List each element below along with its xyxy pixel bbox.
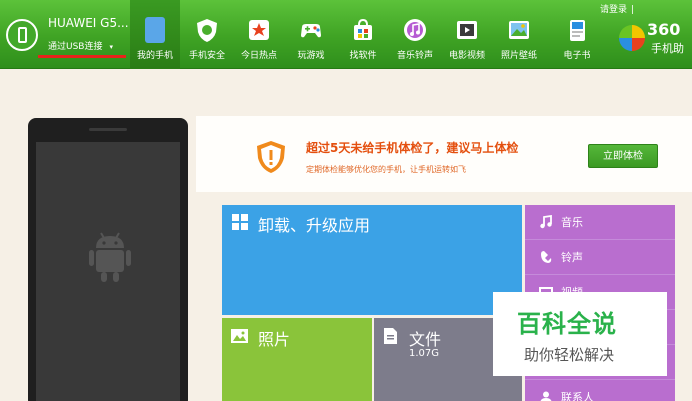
file-icon bbox=[384, 328, 397, 344]
nav-music[interactable]: 音乐铃声 bbox=[390, 0, 440, 69]
warning-shield-icon bbox=[257, 141, 285, 173]
nav-video[interactable]: 电影视频 bbox=[442, 0, 492, 69]
apps-grid-icon bbox=[232, 214, 248, 230]
nav-label: 电子书 bbox=[563, 51, 591, 61]
film-icon bbox=[457, 21, 477, 39]
files-size: 1.07G bbox=[409, 348, 440, 359]
phone-speaker bbox=[89, 128, 127, 131]
login-label[interactable]: 请登录 bbox=[600, 5, 627, 15]
nav-label: 我的手机 bbox=[136, 51, 173, 61]
phone-preview bbox=[28, 118, 188, 401]
side-item-music[interactable]: 音乐 bbox=[525, 205, 675, 240]
nav-wallpaper[interactable]: 照片壁纸 bbox=[494, 0, 544, 69]
device-selector[interactable]: HUAWEI G5... 通过USB连接 ▾ bbox=[0, 0, 130, 69]
tile-title: 文件 bbox=[409, 330, 442, 349]
nav-hot-news[interactable]: 今日热点 bbox=[234, 0, 284, 69]
contact-icon bbox=[540, 391, 552, 401]
my-phone-icon bbox=[145, 17, 165, 43]
tile-manage-apps[interactable]: 卸载、升级应用 bbox=[222, 205, 522, 315]
connection-status[interactable]: 通过USB连接 ▾ bbox=[48, 39, 113, 52]
phone-icon bbox=[6, 19, 38, 51]
android-icon bbox=[89, 232, 131, 282]
nav-games[interactable]: 玩游戏 bbox=[286, 0, 336, 69]
logo-subtext: 手机助 bbox=[651, 42, 684, 55]
nav-label: 手机安全 bbox=[188, 51, 225, 61]
tile-title: 卸载、升级应用 bbox=[258, 216, 371, 235]
side-item-label: 铃声 bbox=[561, 251, 583, 264]
tile-title: 照片 bbox=[258, 330, 291, 349]
watermark-subtitle: 助你轻松解决 bbox=[524, 346, 615, 364]
banner-subtitle: 定期体检能够优化您的手机，让手机运转如飞 bbox=[306, 165, 466, 174]
nav-label: 找软件 bbox=[349, 51, 377, 61]
software-bag-icon bbox=[354, 18, 372, 40]
photo-icon bbox=[509, 21, 529, 39]
ringtone-icon bbox=[541, 251, 552, 263]
music-note-icon bbox=[540, 215, 552, 229]
banner-title: 超过5天未给手机体检了，建议马上体检 bbox=[306, 141, 519, 155]
music-note-icon bbox=[404, 19, 426, 41]
watermark-title: 百科全说 bbox=[517, 310, 617, 338]
device-name: HUAWEI G5... bbox=[48, 16, 129, 30]
nav-label: 音乐铃声 bbox=[396, 51, 433, 61]
logo-text: 360 bbox=[647, 20, 681, 39]
nav-security[interactable]: 手机安全 bbox=[182, 0, 232, 69]
connection-label: 通过USB连接 bbox=[48, 42, 103, 52]
hot-star-icon bbox=[249, 20, 269, 40]
side-item-ringtone[interactable]: 铃声 bbox=[525, 240, 675, 275]
tile-photos[interactable]: 照片 bbox=[222, 318, 372, 401]
security-shield-icon bbox=[197, 19, 217, 42]
check-now-button[interactable]: 立即体检 bbox=[588, 144, 658, 168]
photo-icon bbox=[231, 329, 248, 343]
logo-icon bbox=[619, 25, 645, 51]
chevron-down-icon[interactable]: ▾ bbox=[109, 43, 113, 51]
watermark-overlay: 百科全说 助你轻松解决 bbox=[493, 292, 667, 376]
usb-underline bbox=[38, 55, 126, 58]
nav-label: 电影视频 bbox=[448, 51, 485, 61]
nav-label: 今日热点 bbox=[240, 51, 277, 61]
ebook-icon bbox=[570, 20, 585, 41]
side-item-label: 音乐 bbox=[561, 216, 583, 229]
phone-screen bbox=[36, 142, 180, 401]
login-separator: | bbox=[631, 5, 635, 15]
nav-my-phone[interactable]: 我的手机 bbox=[130, 0, 180, 69]
check-reminder-banner: 超过5天未给手机体检了，建议马上体检 定期体检能够优化您的手机，让手机运转如飞 … bbox=[196, 116, 692, 192]
nav-ebook[interactable]: 电子书 bbox=[552, 0, 602, 69]
side-item-contacts[interactable]: 联系人 bbox=[525, 380, 675, 401]
side-item-label: 联系人 bbox=[561, 391, 594, 401]
gamepad-icon bbox=[301, 24, 321, 38]
nav-software[interactable]: 找软件 bbox=[338, 0, 388, 69]
nav-label: 玩游戏 bbox=[297, 51, 325, 61]
nav-label: 照片壁纸 bbox=[500, 51, 537, 61]
top-toolbar: HUAWEI G5... 通过USB连接 ▾ 我的手机 手机安全 今日热点 玩游戏… bbox=[0, 0, 692, 69]
login-link[interactable]: 请登录 | bbox=[600, 2, 634, 15]
